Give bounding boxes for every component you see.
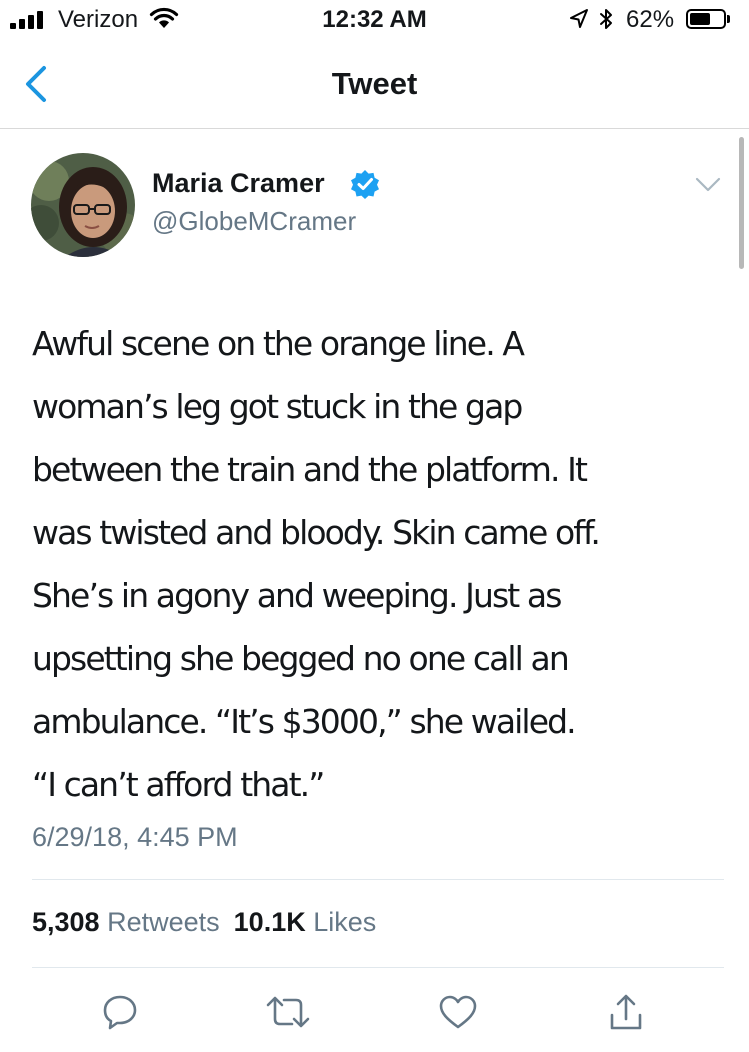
battery-percent: 62%: [626, 6, 675, 33]
retweets-label[interactable]: Retweets: [107, 907, 220, 937]
retweet-icon[interactable]: [264, 993, 312, 1031]
battery-level: [690, 13, 710, 25]
battery-icon: [686, 9, 726, 29]
battery-nub: [727, 15, 730, 23]
tweet-text: Awful scene on the orange line. A woman’…: [32, 324, 601, 804]
page-title: Tweet: [331, 66, 418, 101]
author-name[interactable]: Maria Cramer: [152, 168, 325, 199]
author-handle[interactable]: @GlobeMCramer: [152, 206, 356, 237]
status-bar: Verizon 12:32 AM 62%: [0, 0, 749, 40]
tweet-timestamp[interactable]: 6/29/18, 4:45 PM: [32, 822, 238, 853]
likes-count[interactable]: 10.1K: [234, 907, 306, 937]
likes-label[interactable]: Likes: [313, 907, 376, 937]
share-icon[interactable]: [607, 993, 645, 1033]
divider: [32, 879, 724, 880]
retweets-count[interactable]: 5,308: [32, 907, 100, 937]
divider: [32, 967, 724, 968]
verified-badge-icon: [351, 170, 379, 199]
tweet-stats: 5,308 Retweets 10.1K Likes: [32, 907, 376, 938]
avatar[interactable]: [31, 153, 135, 257]
chevron-down-icon[interactable]: [694, 176, 722, 194]
scroll-indicator[interactable]: [739, 137, 744, 269]
like-icon[interactable]: [437, 993, 479, 1031]
location-arrow-icon: [570, 9, 588, 28]
reply-icon[interactable]: [101, 993, 139, 1031]
bluetooth-icon: [600, 9, 612, 29]
navigation-bar: Tweet: [0, 40, 749, 129]
